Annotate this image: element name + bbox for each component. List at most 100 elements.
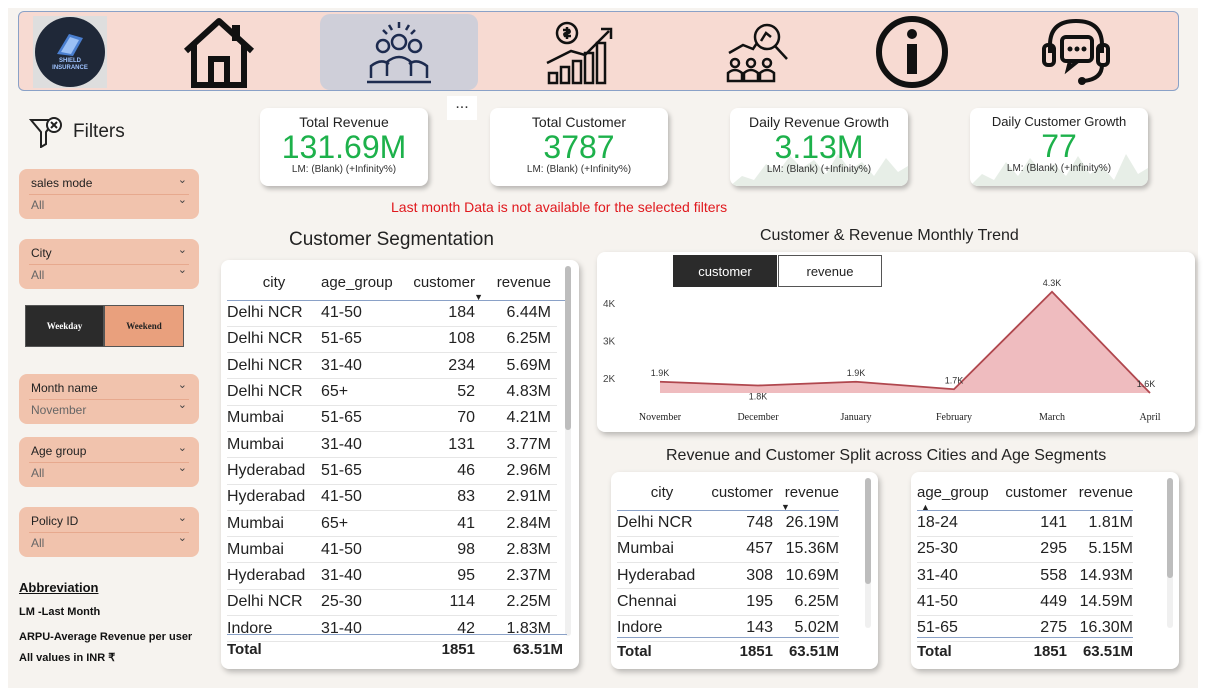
table-row[interactable]: Delhi NCR 41-50 184 6.44M [227,300,557,327]
table-row[interactable]: Mumbai 51-65 70 4.21M [227,405,557,432]
col-header-city[interactable]: city [227,264,321,300]
table-cell: 51-65 [321,457,401,485]
city-rows: Delhi NCR 748 26.19M Mumbai 457 15.36M Hyderab… [617,510,839,642]
data-label: 1.7K [945,375,964,385]
chevron-down-icon[interactable]: ⌄ [178,511,187,524]
segmentation-rows: Delhi NCR 41-50 184 6.44M Delhi NCR 51-65 108 6… [227,300,557,643]
table-cell: 51-65 [321,326,401,354]
age-group-slicer[interactable]: Age group ⌄ All ⌄ [19,437,199,487]
kpi-total-customer: Total Customer 3787 LM: (Blank) (+Infini… [490,108,668,186]
col-header-revenue[interactable]: revenue [1067,474,1133,510]
table-cell: 25-30 [917,536,995,564]
headset-support-icon [1042,18,1110,85]
table-row[interactable]: 31-40 558 14.93M [917,562,1133,590]
table-row[interactable]: Mumbai 457 15.36M [617,536,839,564]
chevron-down-icon[interactable]: ⌄ [178,531,187,544]
table-cell: 98 [401,536,475,564]
policy-id-dropdown[interactable]: All [31,536,44,550]
city-dropdown[interactable]: All [31,268,44,282]
chevron-down-icon[interactable]: ⌄ [178,243,187,256]
table-row[interactable]: Hyderabad 308 10.69M [617,562,839,590]
home-nav-button[interactable] [169,14,269,90]
revenue-growth-nav-button[interactable] [529,14,629,90]
table-row[interactable]: Delhi NCR 51-65 108 6.25M [227,326,557,354]
month-name-slicer[interactable]: Month name ⌄ November ⌄ [19,374,199,424]
table-cell: 14.59M [1067,588,1133,616]
customers-nav-button[interactable] [320,14,478,90]
table-row[interactable]: Hyderabad 31-40 95 2.37M [227,562,557,590]
table-cell: 5.69M [475,352,557,380]
table-row[interactable]: Chennai 195 6.25M [617,588,839,616]
sales-mode-slicer[interactable]: sales mode ⌄ All ⌄ [19,169,199,219]
table-cell: Delhi NCR [227,378,321,406]
table-row[interactable]: 25-30 295 5.15M [917,536,1133,564]
weekday-toggle[interactable]: Weekday [25,305,104,347]
chevron-down-icon[interactable]: ⌄ [178,378,187,391]
table-cell: 308 [707,562,773,590]
table-cell: 15.36M [773,536,839,564]
x-tick-label: December [737,412,779,423]
clear-filter-icon[interactable] [29,116,63,148]
analysis-nav-button[interactable] [709,14,809,90]
col-header-customer[interactable]: customer [707,474,773,510]
col-header-age-group[interactable]: age_group ▲ [917,474,995,513]
table-cell: Delhi NCR [617,510,707,537]
table-row[interactable]: Delhi NCR 748 26.19M [617,510,839,537]
more-options-icon[interactable]: ... [447,96,477,120]
col-header-age-group[interactable]: age_group [321,264,401,300]
col-header-city[interactable]: city [617,474,707,510]
chevron-down-icon[interactable]: ⌄ [178,173,187,186]
data-label: 1.9K [651,368,670,378]
table-row[interactable]: Hyderabad 51-65 46 2.96M [227,457,557,485]
table-row[interactable]: 41-50 449 14.59M [917,588,1133,616]
age-total-row: Total 1851 63.51M [917,642,1133,660]
table-cell: 6.25M [773,588,839,616]
kpi-total-revenue: Total Revenue 131.69M LM: (Blank) (+Infi… [260,108,428,186]
sales-mode-dropdown[interactable]: All [31,198,44,212]
table-cell: Hyderabad [617,562,707,590]
chevron-down-icon[interactable]: ⌄ [178,461,187,474]
table-row[interactable]: Hyderabad 41-50 83 2.91M [227,484,557,511]
support-nav-button[interactable] [1031,14,1121,90]
chevron-down-icon[interactable]: ⌄ [178,398,187,411]
table-cell: 2.83M [475,536,557,564]
table-cell: 10.69M [773,562,839,590]
scrollbar-thumb[interactable] [1167,478,1173,578]
abbreviation-arpu: ARPU-Average Revenue per user [19,631,193,643]
table-cell: 184 [401,300,475,327]
col-header-customer[interactable]: customer [995,474,1067,510]
table-row[interactable]: Mumbai 31-40 131 3.77M [227,431,557,459]
trend-title: Customer & Revenue Monthly Trend [760,227,1019,244]
scrollbar-thumb[interactable] [565,266,571,430]
table-row[interactable]: 18-24 141 1.81M [917,510,1133,537]
col-header-customer[interactable]: customer ▼ [401,264,483,303]
city-split-table: city customer revenue ▼ Delhi NCR 748 26.19… [611,472,878,669]
chevron-down-icon[interactable]: ⌄ [178,441,187,454]
shield-insurance-logo: SHIELD INSURANCE [33,16,107,88]
scrollbar-thumb[interactable] [865,478,871,584]
table-row[interactable]: Delhi NCR 31-40 234 5.69M [227,352,557,380]
table-cell: 1.81M [1067,510,1133,537]
chevron-down-icon[interactable]: ⌄ [178,263,187,276]
month-name-dropdown[interactable]: November [31,403,86,417]
table-cell: 449 [995,588,1067,616]
table-cell: 558 [995,562,1067,590]
table-cell: 31-40 [917,562,995,590]
col-header-revenue[interactable]: revenue [475,264,557,300]
weekend-toggle[interactable]: Weekend [104,305,184,347]
city-slicer[interactable]: City ⌄ All ⌄ [19,239,199,289]
col-header-revenue[interactable]: revenue ▼ [773,474,839,513]
table-row[interactable]: Delhi NCR 25-30 114 2.25M [227,589,557,617]
policy-id-slicer[interactable]: Policy ID ⌄ All ⌄ [19,507,199,557]
segmentation-title: Customer Segmentation [289,229,494,250]
table-row[interactable]: Delhi NCR 65+ 52 4.83M [227,378,557,406]
table-row[interactable]: Mumbai 65+ 41 2.84M [227,510,557,538]
age-group-dropdown[interactable]: All [31,466,44,480]
chevron-down-icon[interactable]: ⌄ [178,193,187,206]
table-cell: 108 [401,326,475,354]
customer-area[interactable] [660,291,1150,393]
table-row[interactable]: Mumbai 41-50 98 2.83M [227,536,557,564]
info-nav-button[interactable] [867,14,957,90]
table-cell: 3.77M [475,431,557,459]
top-navigation-bar: SHIELD INSURANCE [18,11,1179,91]
